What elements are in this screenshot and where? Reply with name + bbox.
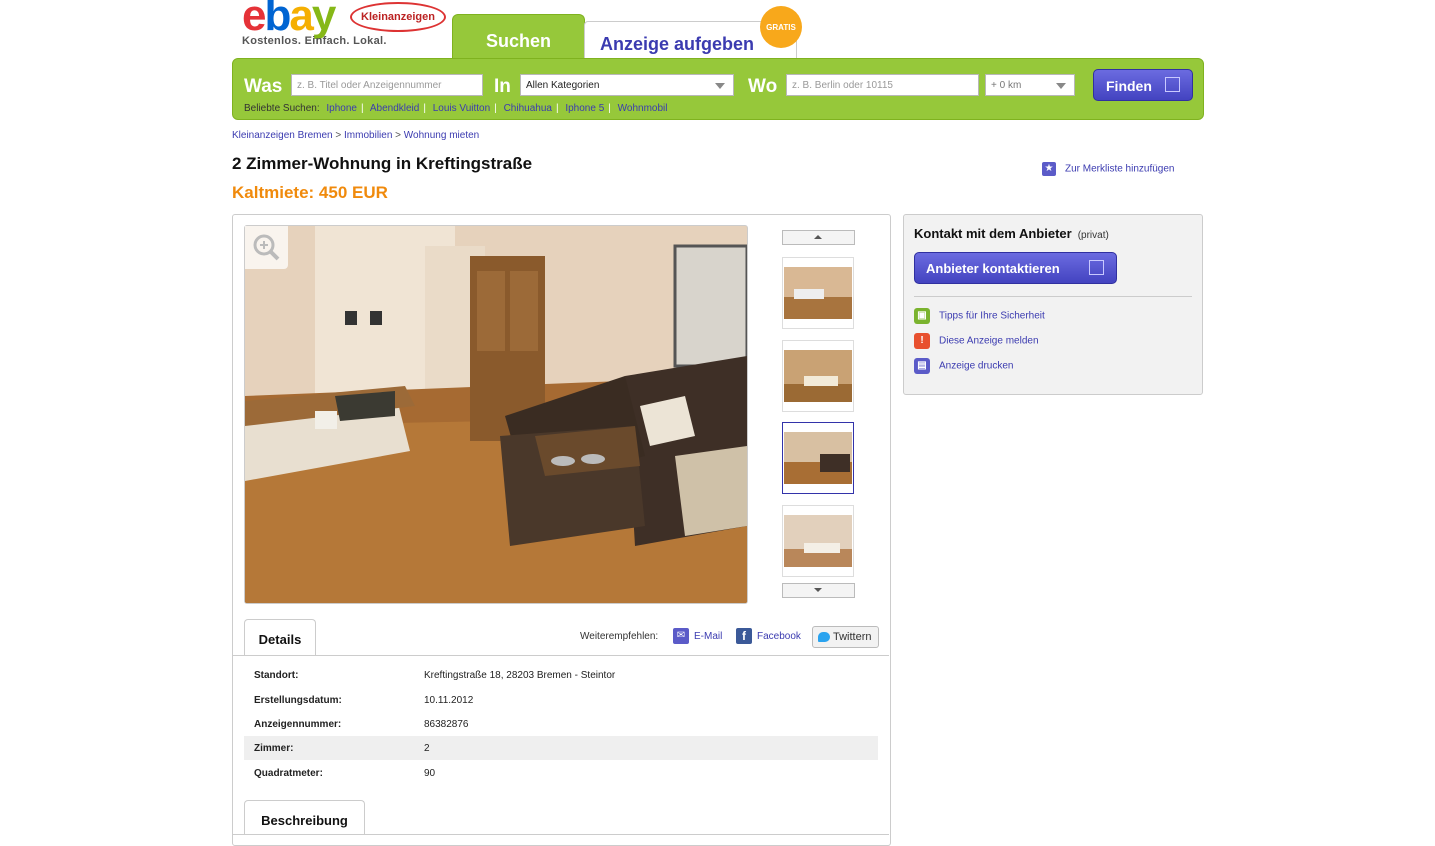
- popular-search-link[interactable]: Abendkleid: [370, 103, 419, 114]
- detail-row: Anzeigennummer: 86382876: [244, 712, 878, 736]
- facebook-icon[interactable]: f: [736, 628, 752, 644]
- thumbnail[interactable]: [782, 505, 854, 577]
- contact-seller-button[interactable]: Anbieter kontaktieren: [914, 252, 1117, 284]
- thumbnail-selected[interactable]: [782, 422, 854, 494]
- breadcrumb: Kleinanzeigen Bremen > Immobilien > Wohn…: [232, 130, 480, 141]
- envelope-icon: [1089, 260, 1104, 275]
- chevron-down-icon: [1056, 83, 1066, 89]
- tab-suchen[interactable]: Suchen: [452, 14, 585, 61]
- detail-row: Erstellungsdatum: 10.11.2012: [244, 688, 878, 712]
- safety-tips-link[interactable]: ▣ Tipps für Ihre Sicherheit: [914, 308, 1045, 324]
- tab-beschreibung[interactable]: Beschreibung: [244, 800, 365, 835]
- popular-search-link[interactable]: Iphone: [326, 103, 357, 114]
- tab-details[interactable]: Details: [244, 619, 316, 656]
- in-label: In: [494, 76, 511, 97]
- share-email-link[interactable]: E-Mail: [694, 631, 722, 642]
- was-label: Was: [244, 76, 283, 97]
- tab-divider: [233, 655, 889, 656]
- detail-value: Kreftingstraße 18, 28203 Bremen - Steint…: [424, 670, 616, 681]
- alert-icon: !: [914, 333, 930, 349]
- arrow-up-icon: [814, 235, 822, 239]
- thumbnail-image: [784, 432, 852, 484]
- listing-title: 2 Zimmer-Wohnung in Kreftingstraße: [232, 154, 533, 173]
- bedroom-photo: [245, 226, 747, 603]
- thumbnail-image: [784, 267, 852, 319]
- print-icon: ▤: [914, 358, 930, 374]
- detail-value: 2: [424, 743, 430, 754]
- arrow-down-icon: [814, 588, 822, 592]
- print-ad-link[interactable]: ▤ Anzeige drucken: [914, 358, 1014, 374]
- breadcrumb-link[interactable]: Immobilien: [344, 130, 392, 141]
- thumbnails-scroll-down[interactable]: [782, 583, 855, 598]
- search-input[interactable]: z. B. Titel oder Anzeigennummer: [291, 74, 483, 96]
- gratis-badge: GRATIS: [760, 6, 802, 48]
- chevron-down-icon: [715, 83, 725, 89]
- popular-search-link[interactable]: Chihuahua: [504, 103, 552, 114]
- main-photo[interactable]: [244, 225, 748, 604]
- detail-value: 86382876: [424, 719, 469, 730]
- thumbnails-scroll-up[interactable]: [782, 230, 855, 245]
- breadcrumb-link[interactable]: Wohnung mieten: [404, 130, 479, 141]
- popular-search-link[interactable]: Louis Vuitton: [433, 103, 490, 114]
- popular-searches-label: Beliebte Suchen:: [244, 103, 320, 114]
- thumbnail[interactable]: [782, 257, 854, 329]
- location-input[interactable]: z. B. Berlin oder 10115: [786, 74, 979, 96]
- detail-value: 10.11.2012: [424, 695, 474, 706]
- listing-price: Kaltmiete: 450 EUR: [232, 183, 388, 202]
- thumbnail-image: [784, 515, 852, 567]
- detail-key: Erstellungsdatum:: [254, 695, 342, 706]
- share-facebook-link[interactable]: Facebook: [757, 631, 801, 642]
- category-select-value: Allen Kategorien: [526, 80, 600, 91]
- finden-button[interactable]: Finden: [1093, 69, 1193, 101]
- breadcrumb-link[interactable]: Kleinanzeigen Bremen: [232, 130, 333, 141]
- twitter-bird-icon: [818, 632, 830, 643]
- contact-title: Kontakt mit dem Anbieter (privat): [914, 226, 1109, 241]
- detail-key: Quadratmeter:: [254, 768, 323, 779]
- search-arrow-icon: [1165, 77, 1180, 92]
- detail-key: Standort:: [254, 670, 299, 681]
- thumbnail[interactable]: [782, 340, 854, 412]
- contact-title-text: Kontakt mit dem Anbieter: [914, 226, 1072, 241]
- seller-type: (privat): [1077, 230, 1109, 241]
- detail-row: Standort: Kreftingstraße 18, 28203 Breme…: [244, 663, 878, 687]
- print-ad-label: Anzeige drucken: [939, 360, 1014, 372]
- popular-search-link[interactable]: Wohnmobil: [618, 103, 668, 114]
- detail-key: Zimmer:: [254, 743, 294, 754]
- detail-row: Zimmer: 2: [244, 736, 878, 760]
- report-ad-label: Diese Anzeige melden: [939, 335, 1039, 347]
- detail-value: 90: [424, 768, 436, 779]
- finden-button-label: Finden: [1106, 78, 1152, 94]
- tab-divider: [233, 834, 889, 835]
- contact-seller-label: Anbieter kontaktieren: [926, 261, 1060, 276]
- popular-search-link[interactable]: Iphone 5: [565, 103, 604, 114]
- twitter-label: Twittern: [833, 631, 872, 643]
- detail-row: Quadratmeter: 90: [244, 761, 878, 785]
- email-icon[interactable]: ✉: [673, 628, 689, 644]
- category-select[interactable]: Allen Kategorien: [520, 74, 734, 96]
- kleinanzeigen-badge: Kleinanzeigen: [350, 2, 446, 32]
- wo-label: Wo: [748, 76, 778, 97]
- detail-key: Anzeigennummer:: [254, 719, 342, 730]
- star-icon: ★: [1042, 162, 1056, 176]
- report-ad-link[interactable]: ! Diese Anzeige melden: [914, 333, 1039, 349]
- popular-searches: Beliebte Suchen: Iphone | Abendkleid | Lou…: [244, 103, 668, 114]
- twitter-button[interactable]: Twittern: [812, 626, 879, 648]
- zoom-in-icon: [253, 234, 280, 261]
- safety-tips-label: Tipps für Ihre Sicherheit: [939, 310, 1045, 322]
- share-label: Weiterempfehlen:: [580, 631, 659, 642]
- zoom-button[interactable]: [245, 226, 288, 269]
- radius-select-value: + 0 km: [991, 80, 1022, 91]
- radius-select[interactable]: + 0 km: [985, 74, 1075, 96]
- add-to-watchlist[interactable]: ★ Zur Merkliste hinzufügen: [1042, 162, 1175, 176]
- watchlist-label: Zur Merkliste hinzufügen: [1065, 163, 1175, 175]
- tagline: Kostenlos. Einfach. Lokal.: [242, 35, 387, 47]
- thumbnail-image: [784, 350, 852, 402]
- contact-divider: [914, 296, 1192, 297]
- lock-icon: ▣: [914, 308, 930, 324]
